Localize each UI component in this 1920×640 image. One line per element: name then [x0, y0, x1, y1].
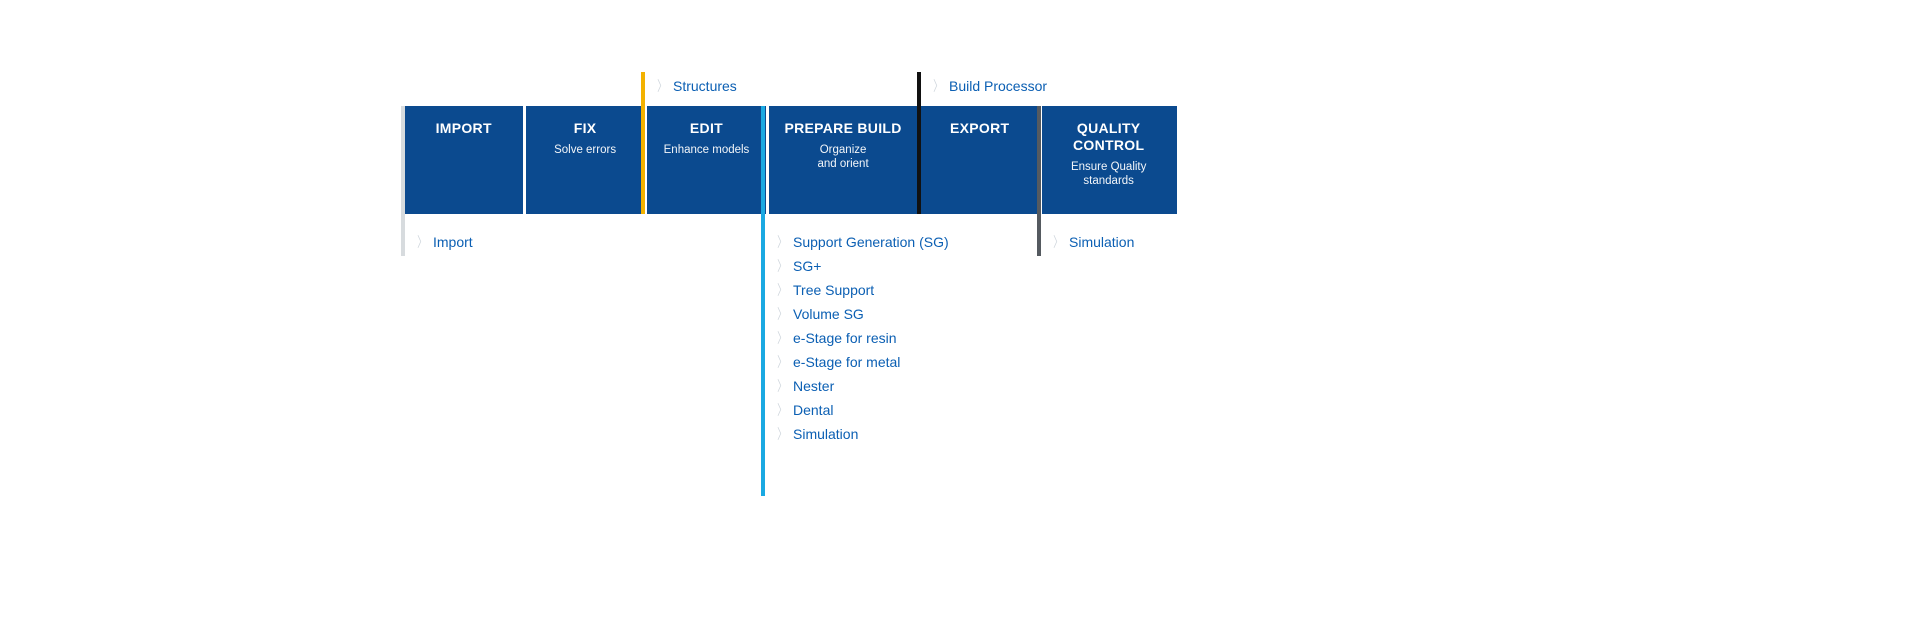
list-item[interactable]: 〉 e-Stage for resin [775, 328, 949, 348]
top-label-text: Structures [673, 78, 737, 94]
list-item[interactable]: 〉 Dental [775, 400, 949, 420]
chevron-right-icon: 〉 [777, 328, 787, 348]
stage-fix: FIX Solve errors [524, 106, 645, 214]
list-item[interactable]: 〉 Nester [775, 376, 949, 396]
chevron-right-icon: 〉 [417, 232, 427, 252]
list-item-label: Dental [793, 402, 833, 418]
top-label-edit[interactable]: 〉 Structures [655, 76, 737, 96]
stage-quality-control: QUALITY CONTROL Ensure Quality standards [1040, 106, 1177, 214]
chevron-right-icon: 〉 [777, 376, 787, 396]
chevron-right-icon: 〉 [1053, 232, 1063, 252]
list-item-label: Support Generation (SG) [793, 234, 949, 250]
stage-export: EXPORT [919, 106, 1040, 214]
stage-title: PREPARE BUILD [777, 120, 909, 137]
list-item-label: Nester [793, 378, 834, 394]
accent-edit-yellow [641, 72, 645, 214]
chevron-right-icon: 〉 [777, 256, 787, 276]
bottom-list-import: 〉 Import [415, 228, 473, 256]
list-item[interactable]: 〉 Volume SG [775, 304, 949, 324]
chevron-right-icon: 〉 [777, 424, 787, 444]
stage-import: IMPORT [403, 106, 524, 214]
chevron-right-icon: 〉 [777, 280, 787, 300]
stage-prepare-build: PREPARE BUILD Organize and orient [767, 106, 919, 214]
list-item-label: Simulation [793, 426, 858, 442]
list-item-label: Import [433, 234, 473, 250]
list-item-label: SG+ [793, 258, 821, 274]
list-item-label: Simulation [1069, 234, 1134, 250]
list-item-label: e-Stage for resin [793, 330, 897, 346]
list-item[interactable]: 〉 Simulation [775, 424, 949, 444]
chevron-right-icon: 〉 [777, 400, 787, 420]
list-item[interactable]: 〉 Import [415, 232, 473, 252]
bottom-list-quality: 〉 Simulation [1051, 228, 1134, 256]
stage-title: FIX [534, 120, 635, 137]
stage-title: QUALITY CONTROL [1050, 120, 1167, 154]
bottom-list-prepare: 〉 Support Generation (SG) 〉 SG+ 〉 Tree Supp… [775, 228, 949, 448]
list-item-label: Volume SG [793, 306, 864, 322]
stage-title: EDIT [656, 120, 757, 137]
accent-prep-cyan [761, 106, 765, 496]
chevron-right-icon: 〉 [777, 232, 787, 252]
workflow-diagram: IMPORT FIX Solve errors EDIT Enhance mod… [403, 106, 1177, 214]
chevron-right-icon: 〉 [777, 352, 787, 372]
accent-import-grey [401, 106, 405, 256]
top-label-text: Build Processor [949, 78, 1047, 94]
chevron-right-icon: 〉 [933, 76, 943, 96]
stage-sub: Solve errors [534, 143, 635, 157]
stage-title: IMPORT [413, 120, 514, 137]
list-item[interactable]: 〉 Support Generation (SG) [775, 232, 949, 252]
accent-qc-dark [1037, 106, 1041, 256]
stage-edit: EDIT Enhance models [646, 106, 767, 214]
stage-sub: Ensure Quality standards [1050, 160, 1167, 189]
list-item[interactable]: 〉 e-Stage for metal [775, 352, 949, 372]
list-item[interactable]: 〉 SG+ [775, 256, 949, 276]
stage-sub: Organize and orient [777, 143, 909, 172]
accent-export-black [917, 72, 921, 214]
stage-sub: Enhance models [656, 143, 757, 157]
top-label-export[interactable]: 〉 Build Processor [931, 76, 1047, 96]
list-item-label: Tree Support [793, 282, 874, 298]
stage-bar: IMPORT FIX Solve errors EDIT Enhance mod… [403, 106, 1177, 214]
chevron-right-icon: 〉 [657, 76, 667, 96]
list-item-label: e-Stage for metal [793, 354, 900, 370]
list-item[interactable]: 〉 Simulation [1051, 232, 1134, 252]
stage-title: EXPORT [929, 120, 1030, 137]
list-item[interactable]: 〉 Tree Support [775, 280, 949, 300]
chevron-right-icon: 〉 [777, 304, 787, 324]
